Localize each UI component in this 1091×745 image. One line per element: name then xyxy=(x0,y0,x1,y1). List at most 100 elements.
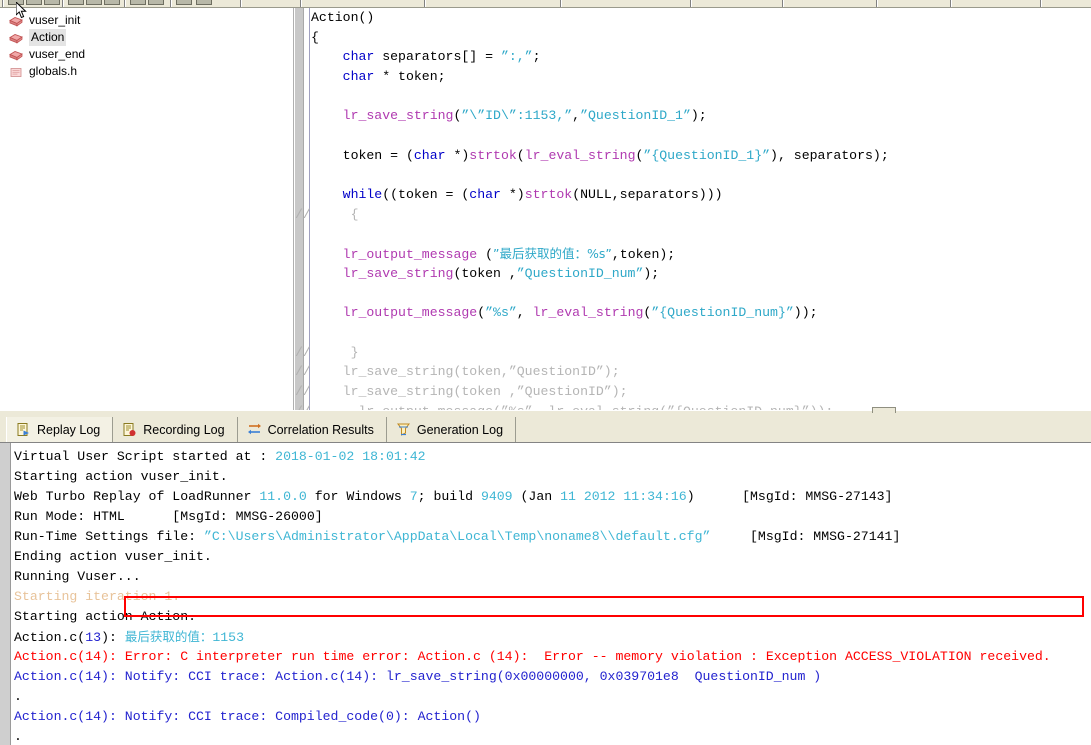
code-token: char xyxy=(413,147,446,163)
code-token: *) xyxy=(500,187,525,203)
tree-item-vuser-end[interactable]: vuser_end xyxy=(0,46,293,63)
tree-item-action[interactable]: Action xyxy=(0,29,293,46)
toolbar-button[interactable] xyxy=(196,0,212,5)
toolbar-button[interactable] xyxy=(44,0,60,5)
log-line: Ending action vuser_init. xyxy=(14,547,1091,567)
code-token: lr_eval_string xyxy=(532,305,644,321)
splitter-grip[interactable] xyxy=(872,407,896,413)
toolbar-separator xyxy=(170,0,172,7)
tab-correlation-results[interactable]: Correlation Results xyxy=(238,417,387,442)
log-segment: [MsgId: MMSG-26000] xyxy=(172,509,323,524)
tab-generation-log[interactable]: Generation Log xyxy=(387,417,517,442)
log-segment: 7 xyxy=(409,489,418,504)
log-tab-bar[interactable]: Replay Log Recording Log Correlation Res… xyxy=(0,417,1091,443)
code-token: ”\”ID\”:1153,” xyxy=(461,108,573,124)
code-token: char xyxy=(469,187,501,203)
code-line: // lr_output_message(”%s”, lr_eval_strin… xyxy=(295,402,1091,410)
generation-log-icon xyxy=(396,422,411,437)
log-segment: Starting action vuser_init. xyxy=(14,469,228,484)
tree-item-label: vuser_end xyxy=(29,47,86,61)
code-token: ( xyxy=(516,147,525,163)
log-gutter xyxy=(0,443,11,745)
toolbar-button[interactable] xyxy=(130,0,146,5)
code-token: { xyxy=(311,206,359,222)
tab-replay-log[interactable]: Replay Log xyxy=(6,417,114,442)
log-segment: ): xyxy=(101,649,125,664)
code-token: strtok xyxy=(524,187,573,203)
code-line: char separators[] = ”:,”; xyxy=(295,47,1091,67)
code-token: lr_output_message xyxy=(342,247,478,263)
log-segment: Starting action Action. xyxy=(14,609,197,624)
comment-marker: // xyxy=(295,206,311,222)
tab-recording-log[interactable]: Recording Log xyxy=(113,417,238,442)
log-line: Starting action Action. xyxy=(14,607,1091,627)
log-segment xyxy=(710,529,750,544)
log-segment: Virtual User Script started at : xyxy=(14,449,276,464)
code-token: ”最后获取的值：%s” xyxy=(493,246,612,262)
script-tree-panel[interactable]: vuser_init Action vuser_end globals.h xyxy=(0,8,294,410)
toolbar-button[interactable] xyxy=(8,0,24,5)
log-text-content[interactable]: Virtual User Script started at : 2018-01… xyxy=(14,447,1091,745)
code-token: *) xyxy=(445,147,470,163)
log-segment xyxy=(695,489,742,504)
tree-item-vuser-init[interactable]: vuser_init xyxy=(0,12,293,29)
log-segment: ”C:\Users\Administrator\AppData\Local\Te… xyxy=(203,529,711,544)
code-line: lr_output_message(”%s”, lr_eval_string(”… xyxy=(295,303,1091,323)
code-line: lr_save_string(”\”ID\”:1153,”,”QuestionI… xyxy=(295,106,1091,126)
log-segment: 13 xyxy=(85,630,102,645)
log-segment: 1153 xyxy=(212,630,244,645)
toolbar-button[interactable] xyxy=(68,0,84,5)
log-segment: Web Turbo Replay of LoadRunner xyxy=(14,489,260,504)
toolbar-separator xyxy=(240,0,242,7)
tab-label: Correlation Results xyxy=(267,422,374,437)
replay-log-output[interactable]: Virtual User Script started at : 2018-01… xyxy=(0,443,1091,745)
code-token: ”{QuestionID_1}” xyxy=(643,147,771,163)
code-editor-pane[interactable]: Action() { char separators[] = ”:,”; char… xyxy=(295,8,1091,410)
code-line: Action() xyxy=(295,8,1091,28)
code-line: lr_save_string(token ,”QuestionID_num”); xyxy=(295,264,1091,284)
code-token: token = ( xyxy=(311,147,414,163)
code-token: * token; xyxy=(374,69,446,85)
log-segment: for Windows xyxy=(306,489,410,504)
code-token: while xyxy=(342,187,383,203)
script-action-icon xyxy=(8,31,24,45)
code-token: lr_save_string(token ,”QuestionID”); xyxy=(311,384,628,400)
code-token: Action() xyxy=(311,10,375,25)
tree-item-globals-h[interactable]: globals.h xyxy=(0,63,293,80)
log-segment: Run Mode: HTML xyxy=(14,509,173,524)
log-line: . xyxy=(14,727,1091,745)
code-token: )); xyxy=(793,305,818,321)
code-token: (NULL,separators))) xyxy=(572,187,723,203)
code-token: lr_output_message xyxy=(342,305,478,321)
toolbar-button[interactable] xyxy=(26,0,42,5)
log-segment: Action.c( xyxy=(14,630,86,645)
toolbar-button[interactable] xyxy=(148,0,164,5)
editor-code-content[interactable]: Action() { char separators[] = ”:,”; char… xyxy=(295,8,1091,410)
log-segment: Action.c(14): Notify: CCI trace: Compile… xyxy=(14,709,481,724)
code-token: ”QuestionID_1” xyxy=(580,108,691,124)
log-line: Virtual User Script started at : 2018-01… xyxy=(14,447,1091,467)
code-token: ”QuestionID_num” xyxy=(516,265,644,281)
log-segment: 9409 xyxy=(480,489,513,504)
code-token: ((token = ( xyxy=(382,187,470,203)
code-line: token = (char *)strtok(lr_eval_string(”{… xyxy=(295,146,1091,166)
comment-marker: // xyxy=(295,364,311,380)
toolbar-strip[interactable] xyxy=(0,0,1091,8)
toolbar-separator xyxy=(2,0,4,7)
toolbar-button[interactable] xyxy=(86,0,102,5)
toolbar-button[interactable] xyxy=(104,0,120,5)
log-segment: Run-Time Settings file: xyxy=(14,529,204,544)
tree-item-label: globals.h xyxy=(29,64,78,78)
toolbar-separator xyxy=(62,0,64,7)
toolbar-separator xyxy=(424,0,426,7)
code-line: while((token = (char *)strtok(NULL,separ… xyxy=(295,185,1091,205)
toolbar-button[interactable] xyxy=(176,0,192,5)
code-token: ( xyxy=(477,305,486,321)
code-token: { xyxy=(311,29,319,45)
code-token: ), separators); xyxy=(770,147,889,163)
